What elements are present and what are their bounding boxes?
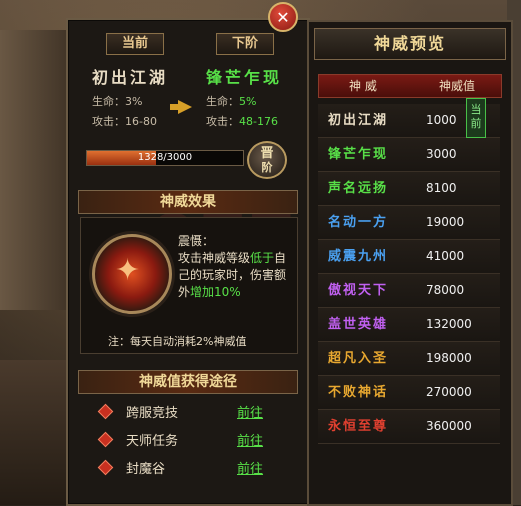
preview-row: 永恒至尊 360000 <box>318 410 500 444</box>
preview-row: 初出江湖 1000 当前 <box>318 98 500 138</box>
preview-row-name: 锋芒乍现 <box>328 147 389 162</box>
preview-row-value: 198000 <box>426 351 472 365</box>
effect-note: 注：每天自动消耗2%神威值 <box>108 335 247 348</box>
effect-desc-highlight1: 低于 <box>250 251 275 265</box>
close-button[interactable]: ✕ <box>268 2 298 32</box>
preview-row-value: 360000 <box>426 419 472 433</box>
next-hp-label: 生命： <box>206 95 239 108</box>
way-item-name: 天师任务 <box>126 434 179 449</box>
current-hp-label: 生命： <box>92 95 125 108</box>
next-rank-name: 锋芒乍现 <box>206 68 283 87</box>
progress-bar: 1328/3000 <box>86 150 244 166</box>
preview-row-name: 声名远扬 <box>328 181 389 196</box>
preview-row-value: 41000 <box>426 249 465 263</box>
preview-row: 傲视天下 78000 <box>318 274 500 308</box>
preview-row: 威震九州 41000 <box>318 240 500 274</box>
preview-row: 不败神话 270000 <box>318 376 500 410</box>
next-atk-value: 48-176 <box>239 115 278 128</box>
effect-title: 震慑： <box>178 234 215 248</box>
advance-button[interactable]: 晋 阶 <box>247 141 287 179</box>
column-header-rank: 神 威 <box>349 79 377 93</box>
way-item-go-link[interactable]: 前往 <box>237 430 263 449</box>
current-rank-name: 初出江湖 <box>92 68 169 87</box>
way-item-go-link[interactable]: 前往 <box>237 402 263 421</box>
current-rank-badge: 当前 <box>466 98 486 138</box>
effect-description: 攻击神威等级低于自己的玩家时，伤害额外增加10% <box>178 250 290 301</box>
preview-table-header: 神 威 神威值 <box>318 74 502 98</box>
preview-row-value: 1000 <box>426 113 457 127</box>
arrow-right-icon <box>178 100 192 114</box>
next-atk: 攻击：48-176 <box>206 113 278 129</box>
preview-row-value: 3000 <box>426 147 457 161</box>
way-item: 天师任务 前往 <box>97 430 286 450</box>
diamond-bullet-icon <box>97 431 114 448</box>
column-header-value: 神威值 <box>439 79 476 93</box>
preview-row-name: 超凡入圣 <box>328 351 389 366</box>
next-tag: 下阶 <box>216 33 274 55</box>
rank-emblem-icon: ✦ <box>92 234 172 314</box>
preview-row-name: 傲视天下 <box>328 283 389 298</box>
preview-row-value: 8100 <box>426 181 457 195</box>
preview-title: 神威预览 <box>314 28 506 60</box>
advance-button-line2: 阶 <box>261 161 273 174</box>
preview-row-value: 270000 <box>426 385 472 399</box>
next-hp: 生命：5% <box>206 93 256 109</box>
preview-row: 声名远扬 8100 <box>318 172 500 206</box>
preview-row: 锋芒乍现 3000 <box>318 138 500 172</box>
current-atk-value: 16-80 <box>125 115 157 128</box>
effect-desc-highlight2: 增加10% <box>190 285 241 299</box>
way-item: 封魔谷 前往 <box>97 458 286 478</box>
ways-section-title: 神威值获得途径 <box>78 370 298 394</box>
next-hp-value: 5% <box>239 95 257 108</box>
current-hp-value: 3% <box>125 95 143 108</box>
preview-row-name: 盖世英雄 <box>328 317 389 332</box>
preview-row-name: 名动一方 <box>328 215 389 230</box>
preview-row-name: 永恒至尊 <box>328 419 389 434</box>
diamond-bullet-icon <box>97 403 114 420</box>
current-atk-label: 攻击： <box>92 115 125 128</box>
preview-row: 盖世英雄 132000 <box>318 308 500 342</box>
preview-row-value: 19000 <box>426 215 465 229</box>
progress-text: 1328/3000 <box>137 152 193 163</box>
preview-row-name: 威震九州 <box>328 249 389 264</box>
effect-section-title: 神威效果 <box>78 190 298 214</box>
preview-row-value: 78000 <box>426 283 465 297</box>
current-hp: 生命：3% <box>92 93 142 109</box>
effect-desc-part1: 攻击神威等级 <box>178 251 251 265</box>
diamond-bullet-icon <box>97 459 114 476</box>
current-atk: 攻击：16-80 <box>92 113 157 129</box>
dragon-icon: ✦ <box>115 253 141 288</box>
way-item-go-link[interactable]: 前往 <box>237 458 263 477</box>
preview-row: 超凡入圣 198000 <box>318 342 500 376</box>
preview-row-name: 初出江湖 <box>328 113 389 128</box>
way-item-name: 跨服竞技 <box>126 406 179 421</box>
current-tag: 当前 <box>106 33 164 55</box>
way-item-name: 封魔谷 <box>126 462 166 477</box>
preview-row: 名动一方 19000 <box>318 206 500 240</box>
advance-button-line1: 晋 <box>260 146 274 161</box>
preview-row-value: 132000 <box>426 317 472 331</box>
way-item: 跨服竞技 前往 <box>97 402 286 422</box>
preview-row-name: 不败神话 <box>328 385 389 400</box>
next-atk-label: 攻击： <box>206 115 239 128</box>
